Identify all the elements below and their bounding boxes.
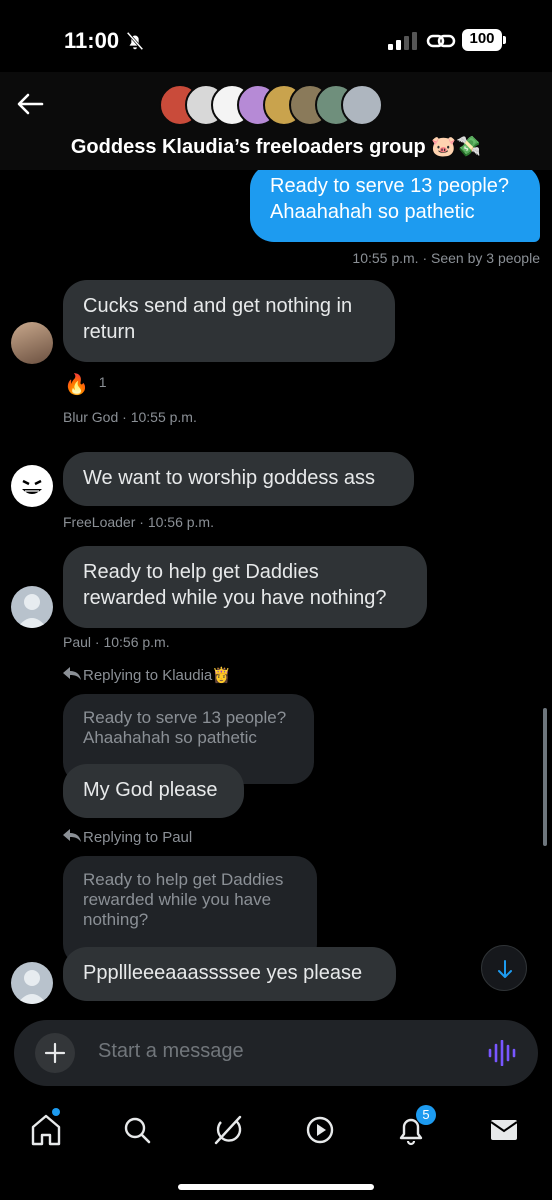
conversation-header: Goddess Klaudia’s freeloaders group 🐷💸 xyxy=(0,72,552,170)
scrollbar[interactable] xyxy=(543,708,547,846)
avatar[interactable] xyxy=(11,322,53,364)
back-arrow-icon[interactable] xyxy=(14,88,46,120)
message-text: Ready to help get Daddies rewarded while… xyxy=(83,561,387,609)
message-meta: Paul · 10:56 p.m. xyxy=(63,634,170,650)
outgoing-message-bubble[interactable]: Ready to serve 13 people? Ahaahahah so p… xyxy=(250,170,540,242)
avatar[interactable] xyxy=(11,465,53,507)
quoted-text: Ready to help get Daddies rewarded while… xyxy=(83,870,284,929)
message-text: My God please xyxy=(83,779,218,801)
voice-message-icon[interactable] xyxy=(488,1040,516,1066)
reply-label: Replying to Paul xyxy=(83,829,193,846)
bottom-navigation: 5 xyxy=(0,1096,552,1200)
incoming-message-bubble[interactable]: Cucks send and get nothing in return xyxy=(63,280,395,362)
message-meta: FreeLoader · 10:56 p.m. xyxy=(63,514,214,530)
messages-icon[interactable] xyxy=(482,1110,526,1150)
notifications-badge: 5 xyxy=(416,1105,436,1125)
arrow-down-icon xyxy=(498,960,512,978)
reply-indicator: Replying to Paul xyxy=(63,829,192,846)
message-text: We want to worship goddess ass xyxy=(83,467,376,489)
message-meta: Blur God · 10:55 p.m. xyxy=(63,409,197,425)
incoming-message-bubble[interactable]: Pppllleeeaaassssee yes please xyxy=(63,947,396,1001)
avatar[interactable] xyxy=(11,962,53,1004)
message-text: Cucks send and get nothing in return xyxy=(83,295,353,343)
message-meta: 10:55 p.m. · Seen by 3 people xyxy=(352,250,540,266)
reply-arrow-icon xyxy=(63,667,81,680)
avatar[interactable] xyxy=(11,586,53,628)
add-media-button[interactable] xyxy=(35,1033,75,1073)
battery-level: 100 xyxy=(469,30,495,47)
quoted-text: Ready to serve 13 people? Ahaahahah so p… xyxy=(83,708,287,747)
incoming-message-bubble[interactable]: My God please xyxy=(63,764,244,818)
grok-icon[interactable] xyxy=(206,1110,250,1150)
battery-indicator: 100 xyxy=(462,29,506,51)
status-time: 11:00 xyxy=(64,28,120,53)
message-composer: Start a message xyxy=(14,1020,538,1086)
incoming-message-bubble[interactable]: We want to worship goddess ass xyxy=(63,452,414,506)
link-icon xyxy=(426,34,456,48)
message-list[interactable]: Ready to serve 13 people? Ahaahahah so p… xyxy=(0,170,552,1010)
bell-off-icon xyxy=(126,31,144,51)
fire-reaction-icon: 🔥 xyxy=(64,374,89,396)
reply-indicator: Replying to Klaudia👸 xyxy=(63,666,231,684)
reaction-count: 1 xyxy=(98,374,107,390)
group-title[interactable]: Goddess Klaudia’s freeloaders group 🐷💸 xyxy=(0,134,552,159)
scroll-to-bottom-button[interactable] xyxy=(481,945,527,991)
search-icon[interactable] xyxy=(115,1110,159,1150)
status-bar: 11:00 100 xyxy=(0,0,552,72)
message-text: Pppllleeeaaassssee yes please xyxy=(83,962,363,984)
reaction[interactable]: 🔥 1 xyxy=(64,372,107,397)
signal-icon xyxy=(388,32,417,50)
home-icon[interactable] xyxy=(24,1110,68,1150)
home-unread-dot xyxy=(52,1108,60,1116)
video-icon[interactable] xyxy=(298,1110,342,1150)
reply-label: Replying to Klaudia👸 xyxy=(83,667,231,684)
reply-arrow-icon xyxy=(63,829,81,842)
message-input[interactable]: Start a message xyxy=(98,1040,244,1063)
message-text: Ready to serve 13 people? Ahaahahah so p… xyxy=(270,175,510,223)
member-avatar xyxy=(341,84,383,126)
home-indicator[interactable] xyxy=(178,1184,374,1190)
incoming-message-bubble[interactable]: Ready to help get Daddies rewarded while… xyxy=(63,546,427,628)
plus-icon xyxy=(44,1042,66,1064)
